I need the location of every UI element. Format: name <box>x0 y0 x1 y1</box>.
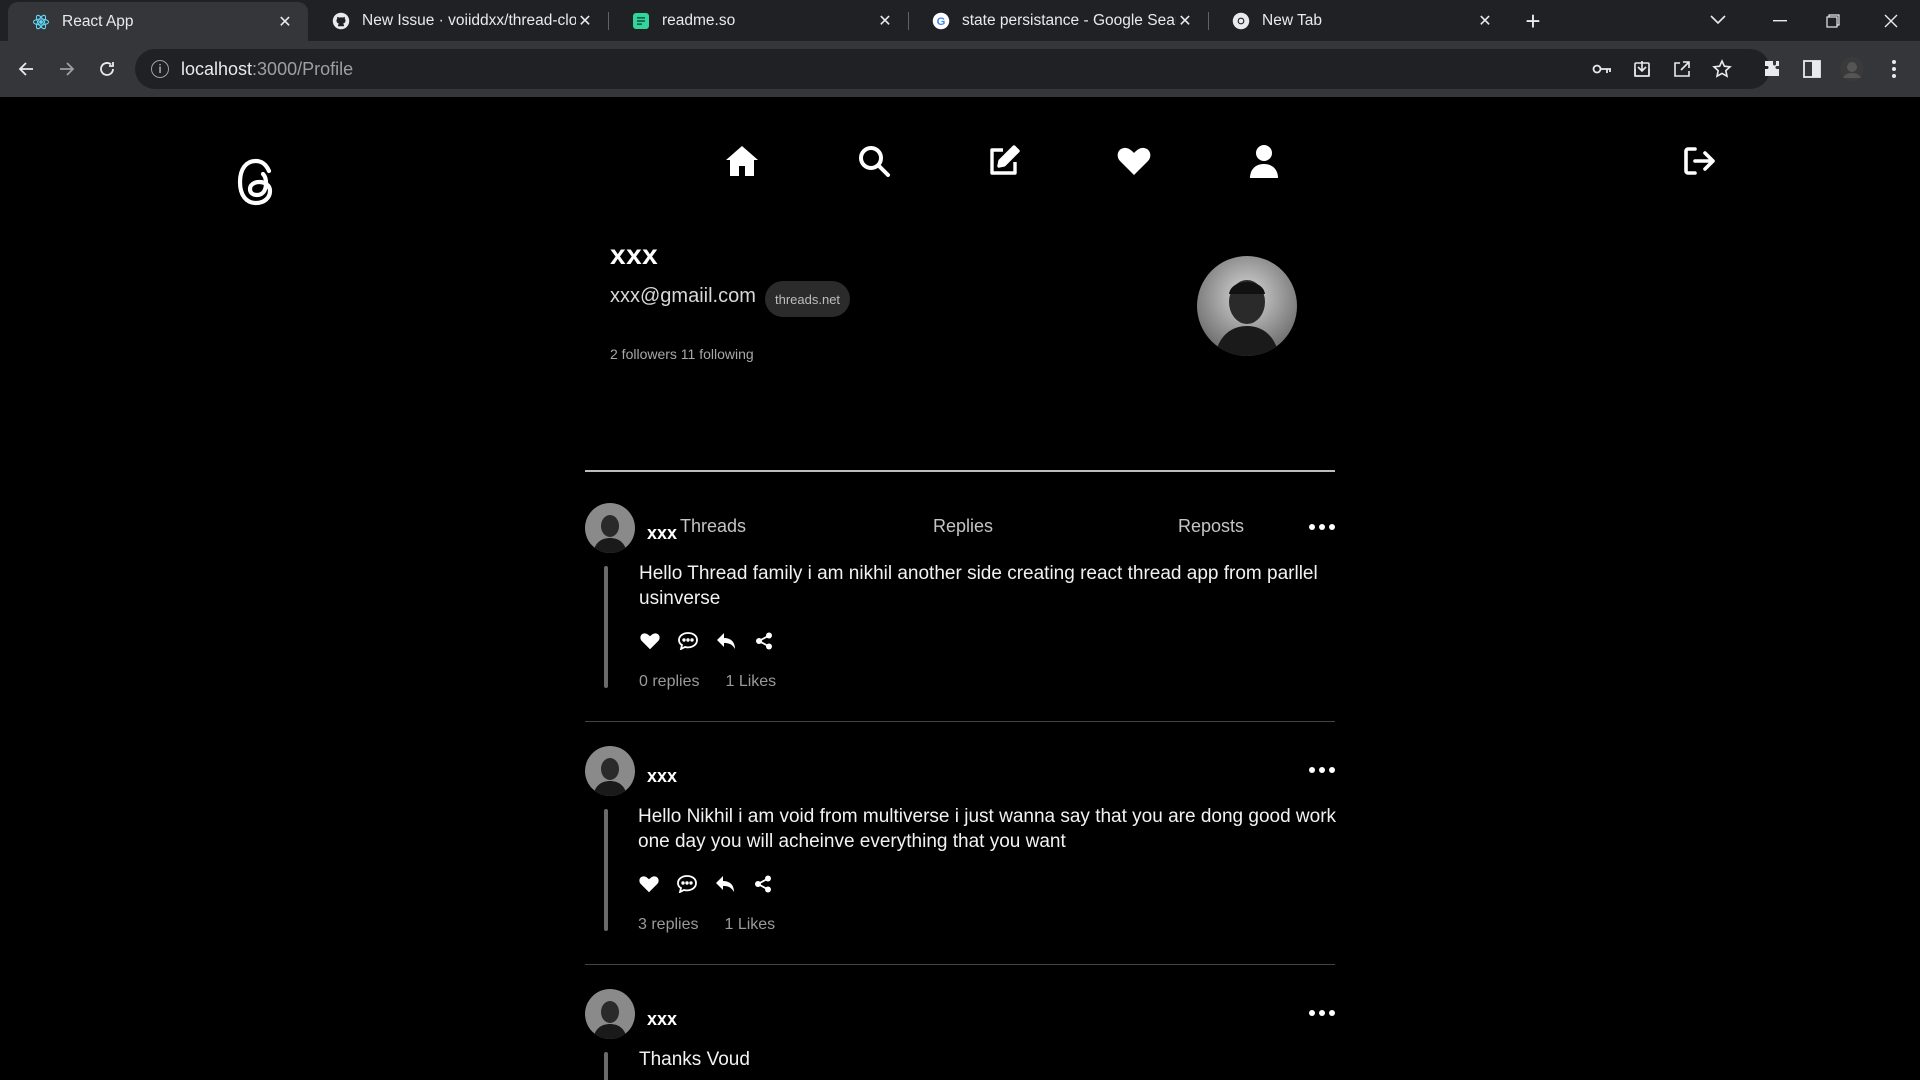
url-path: :3000/Profile <box>252 58 354 79</box>
browser-tab-google-search[interactable]: G state persistance - Google Search ✕ <box>908 0 1208 41</box>
post-author-name[interactable]: xxx <box>647 523 677 544</box>
browser-tab-readme[interactable]: readme.so ✕ <box>608 0 908 41</box>
post-text: Thanks Voud <box>639 1049 750 1070</box>
post-author-avatar[interactable] <box>585 746 635 796</box>
post-author-avatar[interactable] <box>585 989 635 1039</box>
tab-title: readme.so <box>662 11 736 29</box>
post-text: Hello Thread family i am nikhil another … <box>639 563 1318 609</box>
likes-count[interactable]: 1 Likes <box>725 673 776 691</box>
address-bar[interactable]: i localhost:3000/Profile <box>135 49 1770 89</box>
tab-title: state persistance - Google Search <box>962 11 1176 29</box>
replies-count[interactable]: 0 replies <box>639 673 699 691</box>
more-options-icon[interactable] <box>1309 760 1335 780</box>
google-icon: G <box>932 12 950 30</box>
search-icon[interactable] <box>854 141 894 181</box>
threads-logo[interactable] <box>232 152 282 212</box>
url-host: localhost <box>181 58 253 79</box>
threads-net-badge[interactable]: threads.net <box>765 281 851 317</box>
thread-line <box>604 1052 608 1080</box>
post-divider <box>585 721 1335 722</box>
close-icon[interactable]: ✕ <box>1476 11 1494 31</box>
minimize-icon[interactable] <box>1765 6 1795 36</box>
post-meta: 0 replies 1 Likes <box>639 673 776 691</box>
home-icon[interactable] <box>722 141 762 181</box>
likes-count[interactable]: 1 Likes <box>724 916 775 934</box>
site-info-icon[interactable]: i <box>151 60 169 78</box>
compose-icon[interactable] <box>984 141 1024 181</box>
post-author-name[interactable]: xxx <box>647 1009 677 1030</box>
tabs-underline <box>585 470 1335 472</box>
password-key-icon[interactable] <box>1582 49 1622 89</box>
close-icon[interactable]: ✕ <box>876 11 894 31</box>
profile-avatar-icon[interactable] <box>1832 41 1872 97</box>
follow-stats[interactable]: 2 followers 11 following <box>610 346 754 362</box>
bookmark-star-icon[interactable] <box>1702 49 1742 89</box>
post-meta: 3 replies 1 Likes <box>638 916 775 934</box>
profile-icon[interactable] <box>1244 141 1284 181</box>
thread-line <box>604 809 608 931</box>
comment-icon[interactable] <box>677 630 699 652</box>
back-icon[interactable] <box>6 41 46 97</box>
thread-post: xxx Thanks Voud <box>585 989 1335 1080</box>
react-icon <box>32 13 50 31</box>
browser-tab-new-tab[interactable]: New Tab ✕ <box>1208 0 1508 41</box>
close-icon[interactable]: ✕ <box>276 12 294 32</box>
menu-kebab-icon[interactable] <box>1874 41 1914 97</box>
thread-line <box>604 566 608 688</box>
like-icon[interactable] <box>638 873 660 895</box>
svg-text:G: G <box>937 15 946 27</box>
reply-icon[interactable] <box>714 873 736 895</box>
browser-toolbar: i localhost:3000/Profile <box>0 41 1920 97</box>
like-icon[interactable] <box>639 630 661 652</box>
forward-icon[interactable] <box>47 41 87 97</box>
install-app-icon[interactable] <box>1622 49 1662 89</box>
github-icon <box>332 12 350 30</box>
replies-count[interactable]: 3 replies <box>638 916 698 934</box>
close-window-icon[interactable] <box>1876 6 1906 36</box>
post-author-avatar[interactable] <box>585 503 635 553</box>
share-icon[interactable] <box>753 630 775 652</box>
profile-avatar[interactable] <box>1197 256 1297 356</box>
browser-tab-bar: React App ✕ New Issue · voiiddxx/thread-… <box>0 0 1920 41</box>
browser-tab-react-app[interactable]: React App ✕ <box>8 2 308 41</box>
share-icon[interactable] <box>1662 49 1702 89</box>
tab-search-icon[interactable] <box>1706 8 1730 32</box>
close-icon[interactable]: ✕ <box>576 11 594 31</box>
more-options-icon[interactable] <box>1309 1003 1335 1023</box>
post-author-name[interactable]: xxx <box>647 766 677 787</box>
comment-icon[interactable] <box>676 873 698 895</box>
more-options-icon[interactable] <box>1309 517 1335 537</box>
heart-icon[interactable] <box>1114 141 1154 181</box>
tab-title: React App <box>62 12 134 30</box>
post-text: Hello Nikhil i am void from multiverse i… <box>638 806 1337 852</box>
browser-tab-github[interactable]: New Issue · voiiddxx/thread-clone ✕ <box>308 0 608 41</box>
new-tab-button[interactable]: + <box>1518 6 1548 36</box>
profile-email: xxx@gmaiil.com <box>610 285 756 307</box>
profile-name: xxx <box>610 239 659 270</box>
side-panel-icon[interactable] <box>1792 41 1832 97</box>
readme-icon <box>632 12 650 30</box>
restore-icon[interactable] <box>1818 6 1848 36</box>
share-icon[interactable] <box>752 873 774 895</box>
tab-title: New Issue · voiiddxx/thread-clone <box>362 11 576 29</box>
post-actions <box>639 630 775 652</box>
thread-post: xxx Hello Thread family i am nikhil anot… <box>585 503 1335 723</box>
tab-title: New Tab <box>1262 11 1323 29</box>
reload-icon[interactable] <box>87 41 127 97</box>
threads-app: xxx xxx@gmaiil.com threads.net 2 followe… <box>0 97 1920 1080</box>
post-divider <box>585 964 1335 965</box>
chrome-icon <box>1232 12 1250 30</box>
extensions-icon[interactable] <box>1752 41 1792 97</box>
reply-icon[interactable] <box>715 630 737 652</box>
close-icon[interactable]: ✕ <box>1176 11 1194 31</box>
logout-icon[interactable] <box>1680 141 1720 181</box>
thread-post: xxx Hello Nikhil i am void from multiver… <box>585 746 1337 966</box>
post-actions <box>638 873 774 895</box>
